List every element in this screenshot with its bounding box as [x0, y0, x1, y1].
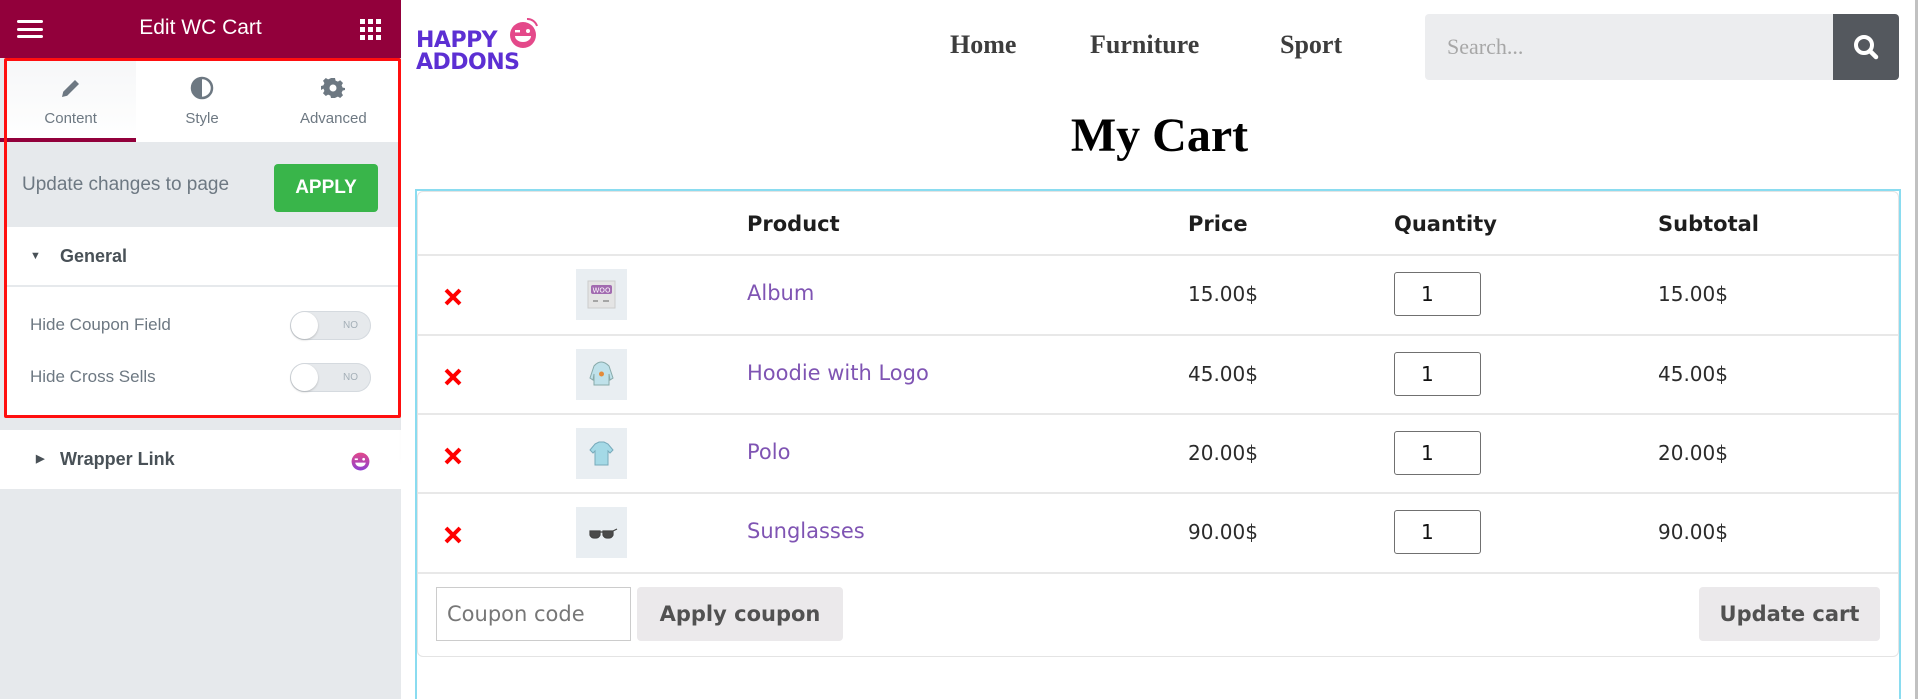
tab-advanced[interactable]: Advanced: [268, 60, 399, 142]
product-name-link[interactable]: Album: [747, 281, 814, 305]
sunglasses-thumbnail[interactable]: [576, 507, 627, 558]
control-hide-cross-sells: Hide Cross Sells NO: [5, 357, 399, 397]
svg-text:WOO: WOO: [593, 287, 611, 295]
row-divider: [418, 492, 1898, 494]
nav-sport[interactable]: Sport: [1280, 30, 1342, 60]
section-general: ▼ General: [5, 227, 399, 286]
quantity-input[interactable]: [1394, 272, 1481, 316]
grid-icon[interactable]: [360, 19, 381, 40]
toggle-knob: [291, 364, 318, 391]
caret-right-icon: ▶: [36, 453, 45, 465]
hide-coupon-field-toggle[interactable]: NO: [290, 311, 371, 340]
product-subtotal: 15.00$: [1658, 282, 1728, 306]
product-subtotal: 90.00$: [1658, 520, 1728, 544]
header-price: Price: [1188, 212, 1248, 236]
header-quantity: Quantity: [1394, 212, 1497, 236]
product-price: 20.00$: [1188, 441, 1258, 465]
section-wrapper-link-header[interactable]: ▶ Wrapper Link: [0, 430, 401, 489]
update-cart-button[interactable]: Update cart: [1699, 587, 1880, 641]
product-name-link[interactable]: Hoodie with Logo: [747, 361, 929, 385]
panel-title: Edit WC Cart: [139, 16, 262, 39]
apply-changes-bar: Update changes to page APPLY: [5, 142, 399, 227]
section-general-label: General: [60, 246, 128, 266]
remove-item-icon[interactable]: [443, 446, 463, 466]
remove-item-icon[interactable]: [443, 287, 463, 307]
tab-style[interactable]: Style: [136, 60, 267, 142]
half-circle-icon: [190, 76, 214, 100]
hoodie-thumbnail[interactable]: [576, 349, 627, 400]
nav-home[interactable]: Home: [950, 30, 1016, 60]
general-controls: Hide Coupon Field NO Hide Cross Sells NO: [5, 287, 399, 415]
hide-coupon-field-label: Hide Coupon Field: [30, 315, 171, 334]
toggle-state: NO: [343, 372, 358, 383]
quantity-input[interactable]: [1394, 352, 1481, 396]
remove-item-icon[interactable]: [443, 525, 463, 545]
page-title: My Cart: [1070, 109, 1249, 162]
happy-addons-icon: [351, 452, 370, 471]
tab-content-label: Content: [44, 110, 97, 127]
control-hide-coupon-field: Hide Coupon Field NO: [5, 305, 399, 345]
remove-item-icon[interactable]: [443, 367, 463, 387]
panel-header: Edit WC Cart: [0, 0, 401, 58]
search-icon: [1854, 35, 1879, 60]
album-thumbnail[interactable]: WOO: [576, 269, 627, 320]
search-input[interactable]: [1425, 14, 1833, 80]
toggle-state: NO: [343, 320, 358, 331]
product-price: 90.00$: [1188, 520, 1258, 544]
hide-cross-sells-label: Hide Cross Sells: [30, 367, 156, 386]
panel-tabs: Content Style Advanced: [0, 60, 399, 142]
tab-advanced-label: Advanced: [299, 110, 367, 127]
header-subtotal: Subtotal: [1658, 212, 1759, 236]
coupon-code-input[interactable]: [436, 587, 631, 641]
toggle-knob: [291, 312, 318, 339]
product-price: 45.00$: [1188, 362, 1258, 386]
row-divider: [418, 334, 1898, 336]
search-button[interactable]: [1833, 14, 1899, 80]
hide-cross-sells-toggle[interactable]: NO: [290, 363, 371, 392]
pencil-icon: [61, 80, 79, 97]
gear-icon: [321, 78, 346, 98]
section-general-header[interactable]: ▼ General: [5, 227, 399, 286]
caret-down-icon: ▼: [30, 250, 41, 262]
tab-style-label: Style: [185, 110, 219, 127]
logo-line2: ADDONS: [416, 50, 520, 75]
happy-face-icon: [510, 18, 538, 48]
product-price: 15.00$: [1188, 282, 1258, 306]
editor-panel: Edit WC Cart Content Style Advanced Upda…: [0, 0, 401, 699]
section-wrapper-link: ▶ Wrapper Link: [0, 430, 401, 489]
quantity-input[interactable]: [1394, 510, 1481, 554]
product-name-link[interactable]: Polo: [747, 440, 790, 464]
header-product: Product: [747, 212, 840, 236]
nav-furniture[interactable]: Furniture: [1090, 30, 1199, 60]
apply-button[interactable]: APPLY: [274, 164, 378, 212]
apply-coupon-button[interactable]: Apply coupon: [637, 587, 843, 641]
section-wrapper-link-label: Wrapper Link: [60, 449, 175, 469]
update-changes-text: Update changes to page: [22, 174, 230, 195]
product-subtotal: 20.00$: [1658, 441, 1728, 465]
product-subtotal: 45.00$: [1658, 362, 1728, 386]
row-divider: [418, 572, 1898, 574]
row-divider: [418, 413, 1898, 415]
site-logo[interactable]: HAPPY ADDONS: [415, 14, 540, 75]
product-name-link[interactable]: Sunglasses: [747, 519, 865, 543]
quantity-input[interactable]: [1394, 431, 1481, 475]
row-divider: [418, 254, 1898, 256]
polo-thumbnail[interactable]: [576, 428, 627, 479]
tab-content[interactable]: Content: [0, 60, 137, 142]
